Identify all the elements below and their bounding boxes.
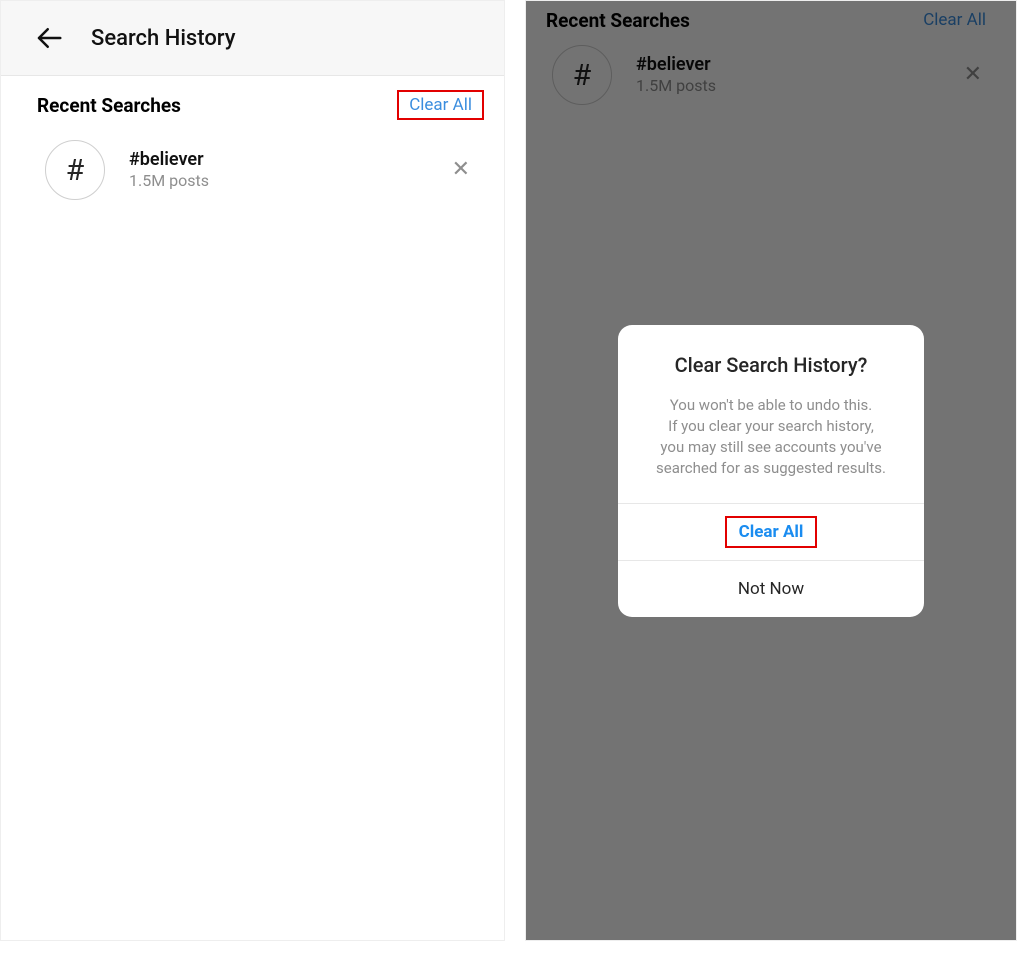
app-header: Search History	[1, 1, 504, 76]
dialog-message: You won't be able to undo this. If you c…	[634, 395, 908, 479]
search-item-text: #believer 1.5M posts	[129, 148, 446, 192]
section-title: Recent Searches	[37, 94, 181, 117]
recent-searches-header: Recent Searches Clear All	[1, 76, 504, 134]
remove-item-button[interactable]: ✕	[446, 153, 476, 187]
left-panel: Search History Recent Searches Clear All…	[0, 0, 505, 941]
dialog-clear-all-label: Clear All	[725, 516, 818, 548]
panel-gap	[505, 0, 525, 962]
clear-all-link[interactable]: Clear All	[397, 90, 484, 120]
right-panel: Recent Searches Clear All # #believer 1.…	[525, 0, 1017, 941]
arrow-left-icon	[34, 23, 64, 53]
hashtag-icon: #	[45, 140, 105, 200]
dialog-body: Clear Search History? You won't be able …	[618, 325, 924, 503]
confirm-dialog: Clear Search History? You won't be able …	[618, 325, 924, 617]
dialog-not-now-button[interactable]: Not Now	[618, 560, 924, 617]
page-title: Search History	[91, 26, 236, 51]
dialog-title: Clear Search History?	[634, 353, 908, 377]
back-button[interactable]	[29, 18, 69, 58]
search-item-name: #believer	[129, 148, 446, 171]
search-history-item[interactable]: # #believer 1.5M posts ✕	[1, 134, 504, 206]
modal-overlay[interactable]: Clear Search History? You won't be able …	[526, 1, 1016, 940]
search-item-sub: 1.5M posts	[129, 171, 446, 192]
dialog-clear-all-button[interactable]: Clear All	[618, 503, 924, 560]
